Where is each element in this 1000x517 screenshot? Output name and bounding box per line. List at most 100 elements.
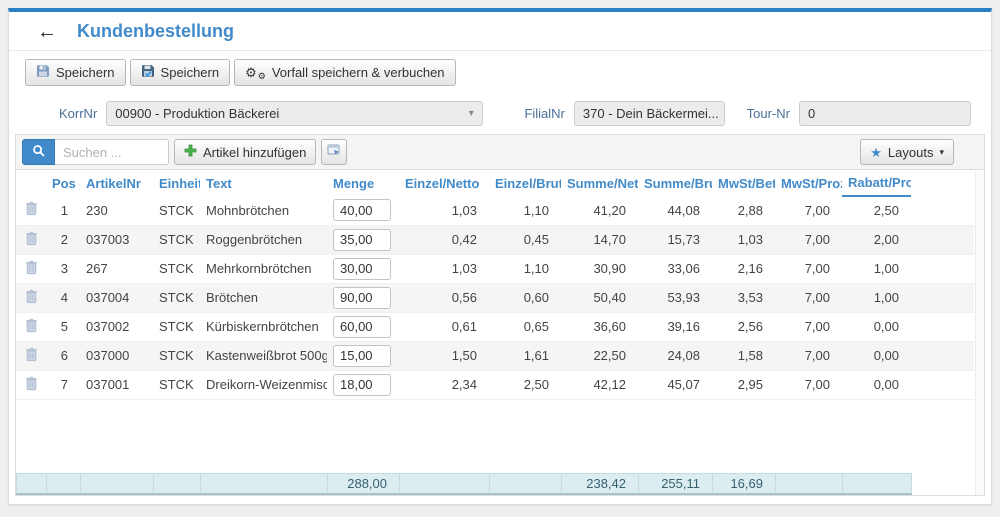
total-summe-netto: 238,42	[562, 473, 639, 494]
delete-row-icon[interactable]	[25, 201, 38, 216]
mwst-betrag-cell: 2,88	[712, 196, 775, 225]
col-summe-netto[interactable]: Summe/Netto	[561, 170, 638, 196]
mwst-betrag-cell: 2,56	[712, 312, 775, 341]
total-menge: 288,00	[328, 473, 400, 494]
artikelnr-cell: 037004	[80, 283, 153, 312]
mwst-betrag-cell: 3,53	[712, 283, 775, 312]
col-summe-brutto[interactable]: Summe/Brutto	[638, 170, 712, 196]
rabatt-cell: 1,00	[842, 254, 911, 283]
menge-cell	[327, 196, 399, 225]
text-cell: Roggenbrötchen	[200, 225, 327, 254]
total-empty	[81, 473, 154, 494]
table-row[interactable]: 6 037000 STCK Kastenweißbrot 500g 1,50 1…	[16, 341, 974, 370]
chevron-down-icon: ▾	[939, 147, 944, 158]
back-button[interactable]: ←	[37, 22, 57, 42]
col-pos[interactable]: Pos #	[46, 170, 80, 196]
filler-cell	[911, 370, 974, 399]
add-article-button[interactable]: Artikel hinzufügen	[174, 139, 316, 165]
chevron-down-icon: ▾	[469, 108, 474, 119]
plus-icon	[184, 144, 197, 160]
summe-netto-cell: 50,40	[561, 283, 638, 312]
artikelnr-cell: 037001	[80, 370, 153, 399]
total-filler	[912, 473, 975, 494]
search-button[interactable]	[22, 139, 55, 165]
rabatt-cell: 0,00	[842, 370, 911, 399]
artikelnr-cell: 267	[80, 254, 153, 283]
table-row[interactable]: 1 230 STCK Mohnbrötchen 1,03 1,10 41,20 …	[16, 196, 974, 225]
table-row[interactable]: 2 037003 STCK Roggenbrötchen 0,42 0,45 1…	[16, 225, 974, 254]
table-row[interactable]: 4 037004 STCK Brötchen 0,56 0,60 50,40 5…	[16, 283, 974, 312]
einheit-cell: STCK	[153, 254, 200, 283]
vertical-scrollbar[interactable]	[975, 171, 984, 495]
summe-netto-cell: 41,20	[561, 196, 638, 225]
menge-input[interactable]	[333, 345, 391, 367]
col-filler	[911, 170, 974, 196]
mwst-proz-cell: 7,00	[775, 225, 842, 254]
delete-row-icon[interactable]	[25, 318, 38, 333]
summe-netto-cell: 22,50	[561, 341, 638, 370]
summe-netto-cell: 42,12	[561, 370, 638, 399]
menge-cell	[327, 254, 399, 283]
text-cell: Mehrkornbrötchen	[200, 254, 327, 283]
mwst-proz-cell: 7,00	[775, 283, 842, 312]
search-input[interactable]	[55, 139, 169, 165]
delete-row-icon[interactable]	[25, 260, 38, 275]
pos-cell: 6	[46, 341, 80, 370]
delete-row-icon[interactable]	[25, 376, 38, 391]
mwst-betrag-cell: 2,95	[712, 370, 775, 399]
article-window-button[interactable]	[321, 139, 347, 165]
order-header-form: KorrNr 00900 - Produktion Bäckerei ▾ Fil…	[9, 93, 991, 134]
filialnr-label: FilialNr	[524, 106, 564, 121]
save-and-post-button[interactable]: ⚙⚙ Vorfall speichern & verbuchen	[234, 59, 455, 86]
delete-row-icon[interactable]	[25, 289, 38, 304]
col-mwst-proz[interactable]: MwSt/Proz...	[775, 170, 842, 196]
einheit-cell: STCK	[153, 341, 200, 370]
text-cell: Mohnbrötchen	[200, 196, 327, 225]
menge-input[interactable]	[333, 199, 391, 221]
action-toolbar: Speichern Speichern ⚙⚙ Vorfall speichern…	[9, 51, 991, 93]
search-group	[22, 139, 169, 165]
delete-row-icon[interactable]	[25, 231, 38, 246]
save-close-button[interactable]: Speichern	[130, 59, 231, 86]
menge-input[interactable]	[333, 316, 391, 338]
total-empty	[201, 473, 328, 494]
pos-cell: 7	[46, 370, 80, 399]
filialnr-select[interactable]: 370 - Dein Bäckermei... ▾	[574, 101, 725, 126]
table-row[interactable]: 7 037001 STCK Dreikorn-Weizenmisch... 2,…	[16, 370, 974, 399]
order-items-table: Pos # ArtikelNr Einheit Text Menge Einze…	[16, 170, 974, 400]
menge-input[interactable]	[333, 287, 391, 309]
menge-cell	[327, 370, 399, 399]
save-button[interactable]: Speichern	[25, 59, 126, 86]
menge-cell	[327, 341, 399, 370]
artikelnr-cell: 037003	[80, 225, 153, 254]
table-row[interactable]: 3 267 STCK Mehrkornbrötchen 1,03 1,10 30…	[16, 254, 974, 283]
menge-cell	[327, 312, 399, 341]
col-text[interactable]: Text	[200, 170, 327, 196]
layouts-button[interactable]: ★ Layouts ▾	[860, 139, 954, 165]
delete-row-icon[interactable]	[25, 347, 38, 362]
korrnr-select[interactable]: 00900 - Produktion Bäckerei ▾	[106, 101, 482, 126]
col-mwst-betrag[interactable]: MwSt/Betrag	[712, 170, 775, 196]
menge-input[interactable]	[333, 229, 391, 251]
summe-netto-cell: 14,70	[561, 225, 638, 254]
summe-brutto-cell: 24,08	[638, 341, 712, 370]
tournr-input[interactable]	[799, 101, 971, 126]
col-menge[interactable]: Menge	[327, 170, 399, 196]
menge-input[interactable]	[333, 258, 391, 280]
menge-cell	[327, 225, 399, 254]
col-einzel-netto[interactable]: Einzel/Netto	[399, 170, 489, 196]
summe-brutto-cell: 33,06	[638, 254, 712, 283]
filler-cell	[911, 254, 974, 283]
table-row[interactable]: 5 037002 STCK Kürbiskernbrötchen 0,61 0,…	[16, 312, 974, 341]
col-einzel-brutto[interactable]: Einzel/Brutto	[489, 170, 561, 196]
col-rabatt-sorted[interactable]: Rabatt/Pro..▾	[842, 170, 911, 196]
pos-cell: 3	[46, 254, 80, 283]
einzel-netto-cell: 0,61	[399, 312, 489, 341]
einzel-brutto-cell: 0,45	[489, 225, 561, 254]
einzel-netto-cell: 1,03	[399, 254, 489, 283]
menge-input[interactable]	[333, 374, 391, 396]
col-artikelnr[interactable]: ArtikelNr	[80, 170, 153, 196]
total-empty	[17, 473, 47, 494]
col-einheit[interactable]: Einheit	[153, 170, 200, 196]
pos-cell: 4	[46, 283, 80, 312]
